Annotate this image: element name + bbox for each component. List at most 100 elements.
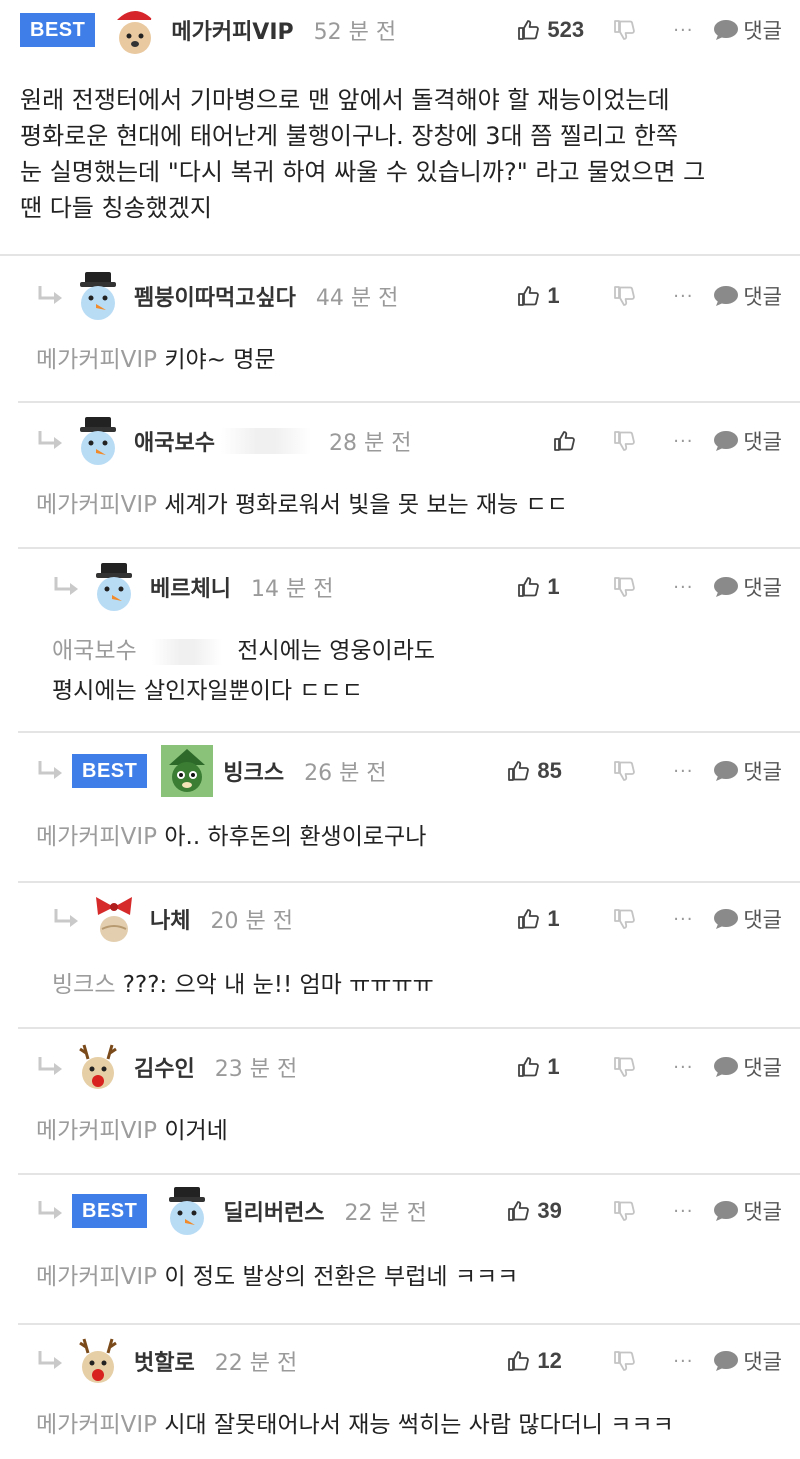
- comment-item: 벗할로 22 분 전 12 ··· 댓글 메가커피VIP 시대 잘못태어나서 재…: [0, 1323, 800, 1459]
- thumbs-up-icon: [553, 429, 577, 453]
- reply-button[interactable]: 댓글: [713, 281, 782, 311]
- comment-author[interactable]: 벗할로: [134, 1345, 195, 1377]
- reply-button[interactable]: 댓글: [713, 904, 782, 934]
- reply-label: 댓글: [743, 430, 782, 454]
- more-button[interactable]: ···: [653, 1201, 713, 1222]
- reply-button[interactable]: 댓글: [713, 572, 782, 602]
- more-button[interactable]: ···: [653, 909, 713, 930]
- dislike-button[interactable]: [597, 575, 653, 599]
- like-button[interactable]: 12: [507, 1348, 597, 1374]
- more-button[interactable]: ···: [653, 286, 713, 307]
- avatar[interactable]: [88, 561, 140, 613]
- like-count: 1: [547, 906, 560, 931]
- like-count: 39: [537, 1198, 562, 1223]
- avatar[interactable]: [161, 1185, 213, 1237]
- dislike-button[interactable]: [597, 18, 653, 42]
- mention[interactable]: 빙크스: [52, 972, 115, 998]
- reply-arrow-icon: [36, 757, 66, 785]
- more-button[interactable]: ···: [653, 1057, 713, 1078]
- dislike-button[interactable]: [597, 1349, 653, 1373]
- divider: [18, 1323, 800, 1325]
- comment-author[interactable]: 김수인: [134, 1051, 195, 1083]
- reply-button[interactable]: 댓글: [713, 1196, 782, 1226]
- thumbs-up-icon: [517, 284, 541, 308]
- mention[interactable]: 메가커피VIP: [36, 347, 157, 373]
- more-button[interactable]: ···: [653, 1351, 713, 1372]
- reply-button[interactable]: 댓글: [713, 1052, 782, 1082]
- dislike-button[interactable]: [597, 907, 653, 931]
- like-button[interactable]: 1: [517, 1054, 597, 1080]
- avatar[interactable]: [72, 1335, 124, 1387]
- thumbs-down-icon: [613, 1055, 637, 1079]
- mention[interactable]: 메가커피VIP: [36, 492, 157, 518]
- speech-bubble-icon: [713, 285, 739, 307]
- like-button[interactable]: 523: [517, 17, 597, 43]
- more-button[interactable]: ···: [653, 20, 713, 41]
- dislike-button[interactable]: [597, 1055, 653, 1079]
- dislike-button[interactable]: [597, 429, 653, 453]
- avatar[interactable]: [109, 4, 161, 56]
- mention[interactable]: 메가커피VIP: [36, 1264, 157, 1290]
- thumbs-down-icon: [613, 18, 637, 42]
- comment-actions: 1 ··· 댓글: [517, 889, 782, 949]
- comment-author[interactable]: 베르체니: [150, 571, 231, 603]
- comment-author[interactable]: 애국보수: [134, 425, 215, 457]
- comment-actions: 39 ··· 댓글: [517, 1181, 782, 1241]
- comment-text: 메가커피VIP 이거네: [36, 1113, 228, 1149]
- more-button[interactable]: ···: [653, 761, 713, 782]
- more-button[interactable]: ···: [653, 431, 713, 452]
- divider: [18, 401, 800, 403]
- comment-body: 세계가 평화로워서 빛을 못 보는 재능 ㄷㄷ: [164, 492, 568, 518]
- comment-author[interactable]: 딜리버런스: [223, 1195, 324, 1227]
- comment-author[interactable]: 나체: [150, 903, 190, 935]
- mention[interactable]: 메가커피VIP: [36, 1118, 157, 1144]
- more-button[interactable]: ···: [653, 577, 713, 598]
- comment-time: 44 분 전: [315, 286, 399, 311]
- speech-bubble-icon: [713, 1350, 739, 1372]
- thumbs-up-icon: [507, 1349, 531, 1373]
- mention[interactable]: 메가커피VIP: [36, 824, 157, 850]
- thumbs-down-icon: [613, 1349, 637, 1373]
- comment-text-line: 땐 다들 칭송했겠지: [20, 194, 212, 222]
- like-button[interactable]: 85: [507, 758, 597, 784]
- comment-actions: 1 ··· 댓글: [517, 266, 782, 326]
- comment-item: BEST 딜리버런스 22 분 전 39 ··· 댓글 메가커피VIP 이 정도…: [0, 1173, 800, 1323]
- reply-arrow-icon: [36, 427, 66, 455]
- best-badge: BEST: [72, 1194, 148, 1228]
- like-button[interactable]: 1: [517, 574, 597, 600]
- reply-button[interactable]: 댓글: [713, 15, 782, 45]
- avatar[interactable]: [88, 893, 140, 945]
- thumbs-up-icon: [517, 1055, 541, 1079]
- comment-time: 22 분 전: [214, 1351, 298, 1376]
- reply-button[interactable]: 댓글: [713, 1346, 782, 1376]
- dislike-button[interactable]: [597, 759, 653, 783]
- reply-label: 댓글: [743, 1350, 782, 1374]
- dislike-button[interactable]: [597, 284, 653, 308]
- speech-bubble-icon: [713, 760, 739, 782]
- comment-author[interactable]: 메가커피VIP: [171, 14, 293, 46]
- comment-author[interactable]: 빙크스: [223, 755, 284, 787]
- like-button[interactable]: [517, 429, 597, 453]
- reply-button[interactable]: 댓글: [713, 756, 782, 786]
- like-button[interactable]: 1: [517, 906, 597, 932]
- avatar[interactable]: [72, 270, 124, 322]
- speech-bubble-icon: [713, 19, 739, 41]
- reply-button[interactable]: 댓글: [713, 426, 782, 456]
- thumbs-up-icon: [507, 1199, 531, 1223]
- comment-text: 메가커피VIP 키야~ 명문: [36, 342, 276, 378]
- comment-actions: 523 ··· 댓글: [517, 0, 782, 60]
- mention[interactable]: 애국보수: [52, 638, 137, 664]
- dislike-button[interactable]: [597, 1199, 653, 1223]
- speech-bubble-icon: [713, 576, 739, 598]
- comment-text-line: 원래 전쟁터에서 기마병으로 맨 앞에서 돌격해야 할 재능이었는데: [20, 86, 670, 114]
- avatar[interactable]: [72, 1041, 124, 1093]
- mention[interactable]: 메가커피VIP: [36, 1412, 157, 1438]
- like-button[interactable]: 39: [507, 1198, 597, 1224]
- avatar[interactable]: [161, 745, 213, 797]
- like-button[interactable]: 1: [517, 283, 597, 309]
- comment-text: 애국보수 전시에는 영웅이라도 평시에는 살인자일뿐이다 ㄷㄷㄷ: [52, 633, 435, 709]
- comment-item: 펨붕이따먹고싶다 44 분 전 1 ··· 댓글 메가커피VIP 키야~ 명문: [0, 254, 800, 401]
- comment-time: 14 분 전: [250, 577, 334, 602]
- avatar[interactable]: [72, 415, 124, 467]
- comment-author[interactable]: 펨붕이따먹고싶다: [134, 280, 296, 312]
